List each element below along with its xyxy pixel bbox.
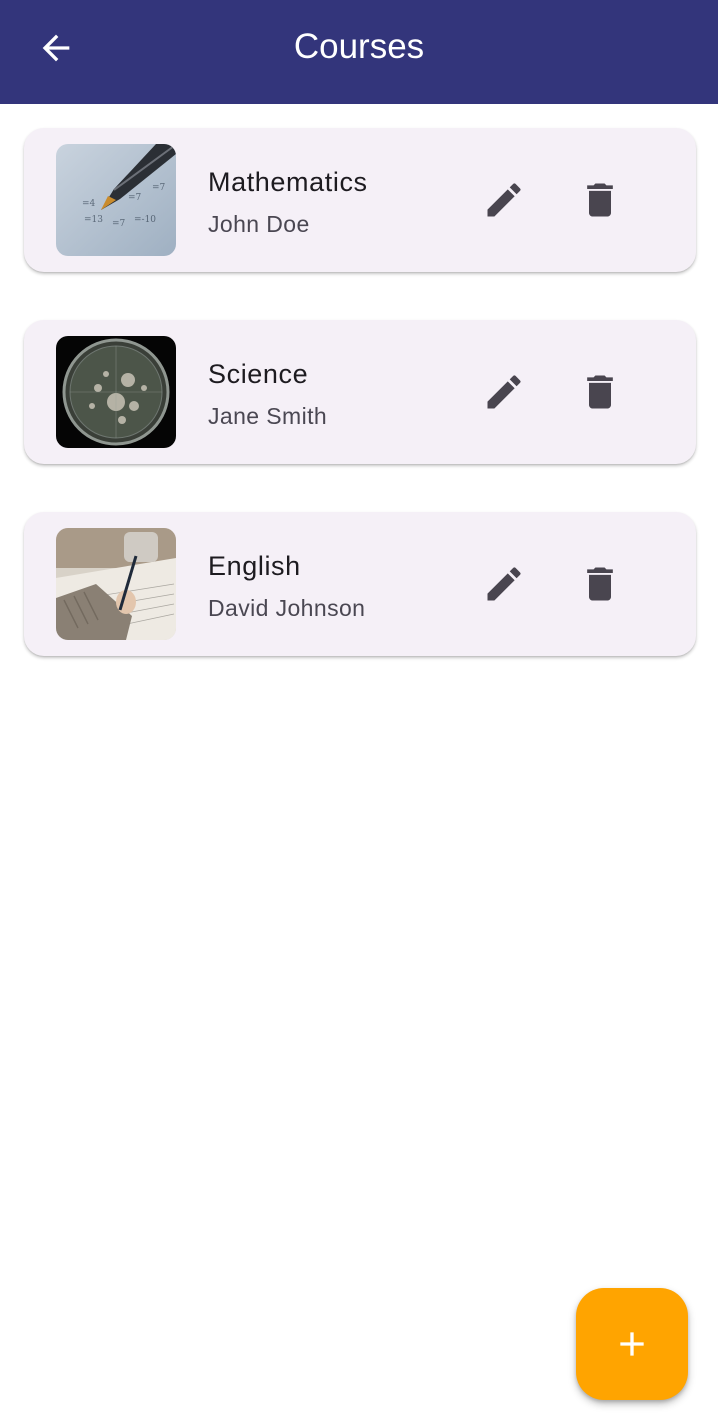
course-thumbnail: =4 =7 =13 =7 =-10 =7 <box>56 144 176 256</box>
course-teacher: David Johnson <box>208 595 366 621</box>
course-card-mathematics[interactable]: =4 =7 =13 =7 =-10 =7 Mathematics John Do… <box>24 128 696 272</box>
svg-text:=13: =13 <box>84 215 103 225</box>
course-teacher: John Doe <box>208 211 310 237</box>
edit-icon <box>487 183 521 217</box>
course-card-english[interactable]: English David Johnson <box>24 512 696 656</box>
course-thumbnail <box>56 528 176 640</box>
delete-icon <box>587 567 613 601</box>
delete-icon <box>587 183 613 217</box>
edit-button[interactable] <box>472 552 536 616</box>
edit-button[interactable] <box>472 168 536 232</box>
svg-text:=7: =7 <box>152 183 166 193</box>
course-name: Science <box>208 359 309 389</box>
delete-icon <box>587 375 613 409</box>
course-thumbnail <box>56 336 176 448</box>
svg-text:=7: =7 <box>112 219 126 229</box>
edit-button[interactable] <box>472 360 536 424</box>
course-name: English <box>208 551 301 581</box>
course-card-science[interactable]: Science Jane Smith <box>24 320 696 464</box>
app-bar: Courses <box>0 0 718 104</box>
delete-button[interactable] <box>568 168 632 232</box>
add-icon <box>620 1332 644 1356</box>
edit-icon <box>487 567 521 601</box>
add-course-button[interactable] <box>576 1288 688 1400</box>
svg-text:=-10: =-10 <box>134 215 156 225</box>
delete-button[interactable] <box>568 552 632 616</box>
page-title: Courses <box>293 27 425 66</box>
edit-icon <box>487 375 521 409</box>
svg-text:=4: =4 <box>82 199 96 209</box>
course-teacher: Jane Smith <box>208 403 328 429</box>
delete-button[interactable] <box>568 360 632 424</box>
course-name: Mathematics <box>208 167 368 197</box>
svg-text:=7: =7 <box>128 193 142 203</box>
